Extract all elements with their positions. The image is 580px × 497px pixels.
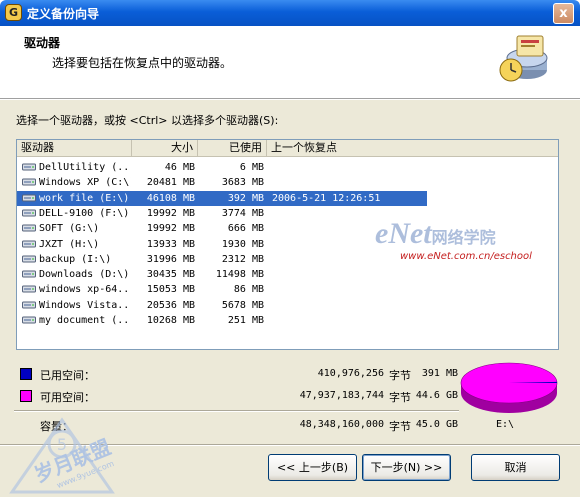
- drive-used: 392 MB: [227, 192, 264, 204]
- drive-size: 10268 MB: [146, 315, 195, 326]
- drive-size: 15053 MB: [146, 284, 195, 296]
- pie-drive-letter: E:\: [496, 419, 515, 430]
- drive-name: Windows Vista...: [39, 299, 131, 311]
- enet-url-watermark: www.eNet.com.cn/eschool: [400, 251, 532, 262]
- cancel-button[interactable]: 取消: [471, 454, 560, 481]
- drive-row[interactable]: SOFT (G:\) 19992 MB 666 MB: [17, 221, 427, 236]
- drive-size: 20536 MB: [146, 299, 195, 311]
- used-space-bytes: 410,976,256: [317, 368, 384, 379]
- capacity-size: 45.0 GB: [415, 419, 458, 430]
- drive-row[interactable]: DellUtility (... 46 MB 6 MB: [17, 160, 427, 175]
- header-subtitle: 选择要包括在恢复点中的驱动器。: [52, 56, 233, 70]
- drive-name: JXZT (H:\): [39, 238, 100, 250]
- drive-row[interactable]: JXZT (H:\) 13933 MB 1930 MB: [17, 237, 427, 252]
- drive-used: 11498 MB: [215, 269, 264, 281]
- drive-icon: [22, 316, 36, 324]
- drive-used: 3683 MB: [221, 177, 264, 189]
- drive-last-restore-point: 2006-5-21 12:26:51: [272, 192, 381, 204]
- drive-used: 2312 MB: [221, 253, 264, 265]
- capacity-unit: 字节: [389, 420, 411, 433]
- drive-used: 6 MB: [239, 162, 264, 173]
- drive-used: 5678 MB: [221, 299, 264, 311]
- drive-name: Downloads (D:\): [39, 269, 130, 281]
- drive-name: my document (...: [39, 315, 131, 326]
- drive-row[interactable]: DELL-9100 (F:\) 19992 MB 3774 MB: [17, 206, 427, 221]
- drive-row[interactable]: windows xp-64... 15053 MB 86 MB: [17, 282, 427, 297]
- drive-icon: [22, 163, 36, 171]
- drive-row[interactable]: work file (E:\) 46108 MB 392 MB 2006-5-21 1…: [17, 190, 427, 206]
- drive-icon: [22, 285, 36, 293]
- drive-icon: [22, 209, 36, 217]
- window-title: 定义备份向导: [27, 7, 100, 21]
- drive-size: 31996 MB: [146, 253, 195, 265]
- drive-size: 46 MB: [164, 162, 195, 173]
- free-space-swatch: [20, 390, 32, 402]
- capacity-bytes: 48,348,160,000: [299, 419, 384, 430]
- drive-size: 20481 MB: [146, 177, 195, 189]
- drive-size: 19992 MB: [146, 207, 195, 219]
- title-bar: G 定义备份向导 x: [0, 0, 580, 26]
- free-space-unit: 字节: [389, 391, 411, 404]
- drive-row[interactable]: my document (... 10268 MB 251 MB: [17, 313, 427, 328]
- column-header-size[interactable]: 大小: [132, 140, 198, 156]
- drive-icon: [22, 301, 36, 309]
- drive-name: windows xp-64...: [39, 284, 131, 296]
- drive-icon: [22, 178, 36, 186]
- drive-size: 19992 MB: [146, 223, 195, 235]
- wizard-header: 驱动器 选择要包括在恢复点中的驱动器。: [0, 26, 580, 98]
- enet-watermark: eNet网络学院: [375, 217, 496, 250]
- drive-name: DellUtility (...: [39, 162, 131, 173]
- drive-icon: [22, 255, 36, 263]
- drive-used: 251 MB: [227, 315, 264, 326]
- used-space-label: 已用空间：: [40, 369, 95, 382]
- drive-list-header: 驱动器 大小 已使用 上一个恢复点: [17, 140, 558, 157]
- free-space-bytes: 47,937,183,744: [299, 390, 384, 401]
- column-header-drive[interactable]: 驱动器: [17, 140, 132, 156]
- drive-used: 86 MB: [233, 284, 264, 296]
- column-header-last-restore-point[interactable]: 上一个恢复点: [267, 140, 447, 156]
- drive-name: SOFT (G:\): [39, 223, 100, 235]
- drive-icon: [22, 240, 36, 247]
- drive-name: Windows XP (C:\): [39, 177, 131, 189]
- next-button[interactable]: 下一步(N) >>: [362, 454, 451, 481]
- drive-select-instruction: 选择一个驱动器，或按 <Ctrl> 以选择多个驱动器(S):: [16, 114, 279, 127]
- drive-name: DELL-9100 (F:\): [39, 207, 130, 219]
- drive-name: backup (I:\): [39, 253, 112, 265]
- drive-icon: [22, 194, 36, 202]
- drive-icon: [22, 270, 36, 278]
- drive-name: work file (E:\): [39, 192, 130, 204]
- free-space-label: 可用空间：: [40, 391, 95, 404]
- drive-used: 3774 MB: [221, 207, 264, 219]
- header-title: 驱动器: [24, 36, 61, 50]
- drive-row[interactable]: backup (I:\) 31996 MB 2312 MB: [17, 252, 427, 267]
- drive-size: 13933 MB: [146, 238, 195, 250]
- used-space-size: 391 MB: [421, 368, 458, 379]
- drive-icon: [22, 224, 36, 232]
- used-space-unit: 字节: [389, 369, 411, 382]
- drive-used: 1930 MB: [221, 238, 264, 250]
- free-space-size: 44.6 GB: [415, 390, 458, 401]
- drive-size: 30435 MB: [146, 269, 195, 281]
- column-header-used[interactable]: 已使用: [198, 140, 267, 156]
- disk-usage-pie: [460, 362, 558, 413]
- drive-size: 46108 MB: [146, 192, 195, 204]
- back-button[interactable]: << 上一步(B): [268, 454, 357, 481]
- app-icon: G: [5, 4, 22, 21]
- backup-drive-icon: [499, 35, 548, 82]
- drive-row[interactable]: Windows Vista... 20536 MB 5678 MB: [17, 298, 427, 313]
- close-button[interactable]: x: [553, 3, 574, 24]
- drive-row[interactable]: Downloads (D:\) 30435 MB 11498 MB: [17, 267, 427, 282]
- drive-row[interactable]: Windows XP (C:\) 20481 MB 3683 MB: [17, 175, 427, 190]
- used-space-swatch: [20, 368, 32, 380]
- drive-used: 666 MB: [227, 223, 264, 235]
